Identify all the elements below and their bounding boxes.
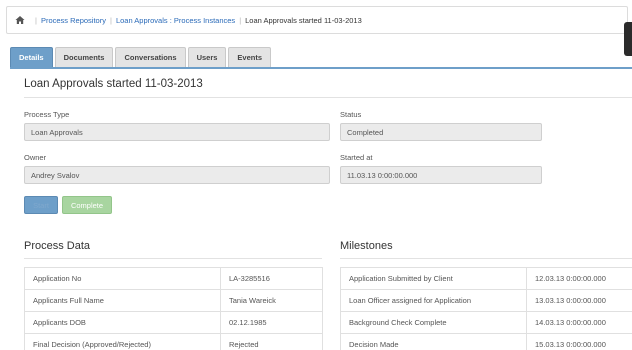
breadcrumb-separator: |: [239, 15, 242, 25]
process-type-field[interactable]: Loan Approvals: [24, 123, 330, 141]
tab-documents[interactable]: Documents: [54, 47, 114, 67]
status-label: Status: [340, 110, 362, 119]
table-row: Loan Officer assigned for Application 13…: [340, 289, 632, 312]
tab-details[interactable]: Details: [10, 47, 53, 67]
owner-field[interactable]: Andrey Svalov: [24, 166, 330, 184]
process-data-value: Tania Wareick: [220, 289, 323, 312]
process-data-table: Application No LA-3285516 Applicants Ful…: [24, 267, 323, 350]
process-data-title: Process Data: [24, 240, 91, 252]
milestones-divider: [340, 258, 632, 259]
milestone-date: 14.03.13 0:00:00.000: [526, 311, 632, 334]
milestones-table: Application Submitted by Client 12.03.13…: [340, 267, 632, 350]
side-panel-toggle[interactable]: [624, 22, 632, 56]
milestone-name: Application Submitted by Client: [340, 267, 527, 290]
start-button[interactable]: Start: [24, 196, 58, 214]
breadcrumb-link-process-repository[interactable]: Process Repository: [41, 16, 106, 25]
table-row: Application Submitted by Client 12.03.13…: [340, 267, 632, 290]
milestone-name: Decision Made: [340, 333, 527, 350]
process-data-value: LA-3285516: [220, 267, 323, 290]
owner-label: Owner: [24, 153, 47, 162]
table-row: Final Decision (Approved/Rejected) Rejec…: [24, 333, 323, 350]
complete-button[interactable]: Complete: [62, 196, 112, 214]
tab-underline: [10, 67, 632, 69]
process-data-divider: [24, 258, 322, 259]
breadcrumb-separator: |: [35, 15, 37, 25]
started-at-label: Started at: [340, 153, 373, 162]
process-data-key: Applicants Full Name: [24, 289, 221, 312]
milestone-name: Loan Officer assigned for Application: [340, 289, 527, 312]
tab-conversations[interactable]: Conversations: [115, 47, 186, 67]
process-type-label: Process Type: [24, 110, 70, 119]
process-data-key: Applicants DOB: [24, 311, 221, 334]
milestones-title: Milestones: [340, 240, 393, 252]
table-row: Applicants DOB 02.12.1985: [24, 311, 323, 334]
page-title: Loan Approvals started 11-03-2013: [24, 78, 203, 90]
table-row: Decision Made 15.03.13 0:00:00.000: [340, 333, 632, 350]
process-data-value: Rejected: [220, 333, 323, 350]
tab-bar: Details Documents Conversations Users Ev…: [10, 47, 273, 67]
tab-events[interactable]: Events: [228, 47, 272, 67]
tab-users[interactable]: Users: [187, 47, 227, 67]
table-row: Applicants Full Name Tania Wareick: [24, 289, 323, 312]
status-field[interactable]: Completed: [340, 123, 542, 141]
process-data-key: Application No: [24, 267, 221, 290]
home-icon[interactable]: [15, 15, 25, 25]
process-data-key: Final Decision (Approved/Rejected): [24, 333, 221, 350]
table-row: Background Check Complete 14.03.13 0:00:…: [340, 311, 632, 334]
milestone-date: 13.03.13 0:00:00.000: [526, 289, 632, 312]
breadcrumb-link-process-instances[interactable]: Loan Approvals : Process Instances: [116, 16, 235, 25]
breadcrumb-separator: |: [109, 15, 112, 25]
process-data-value: 02.12.1985: [220, 311, 323, 334]
table-row: Application No LA-3285516: [24, 267, 323, 290]
milestone-name: Background Check Complete: [340, 311, 527, 334]
started-at-field[interactable]: 11.03.13 0:00:00.000: [340, 166, 542, 184]
title-divider: [24, 97, 632, 98]
milestone-date: 12.03.13 0:00:00.000: [526, 267, 632, 290]
breadcrumb: | Process Repository | Loan Approvals : …: [6, 6, 628, 34]
breadcrumb-current: Loan Approvals started 11-03-2013: [245, 15, 362, 25]
milestone-date: 15.03.13 0:00:00.000: [526, 333, 632, 350]
